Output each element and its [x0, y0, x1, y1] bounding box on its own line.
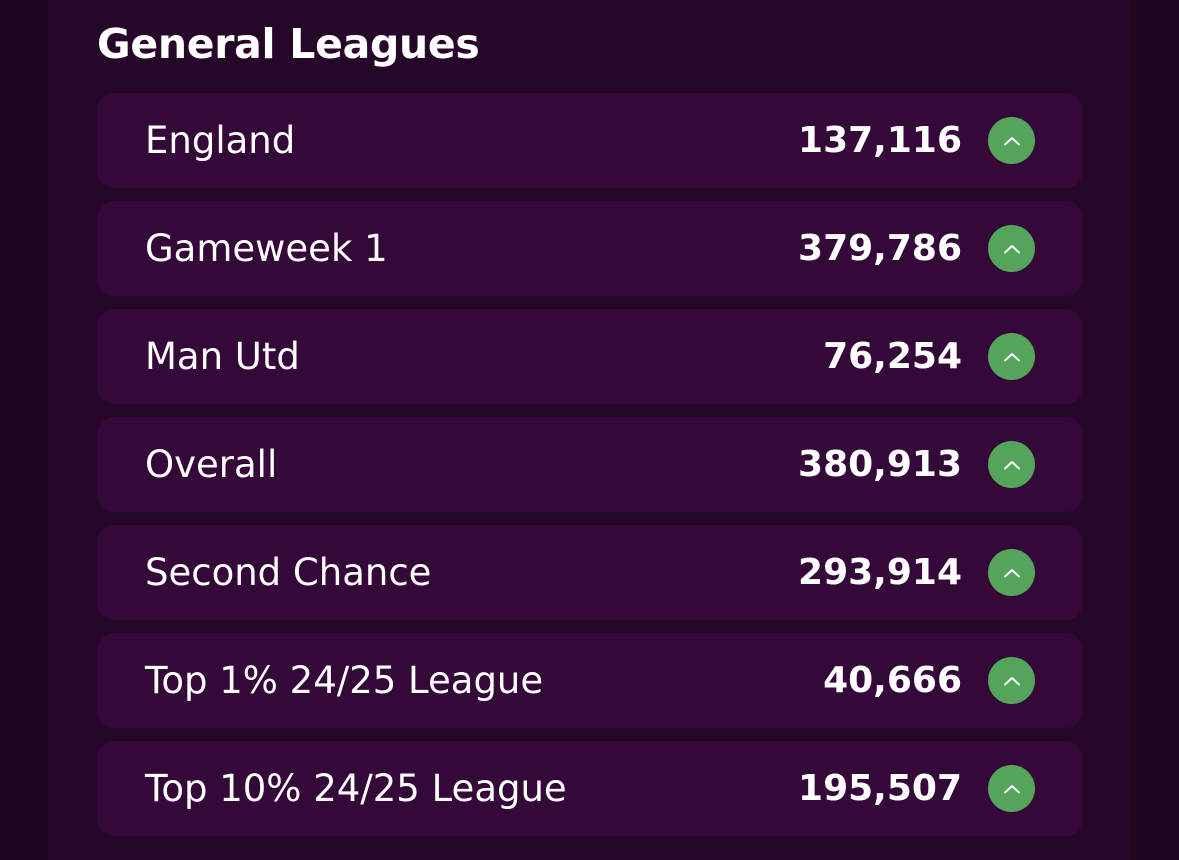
- league-rank: 380,913: [798, 444, 962, 485]
- league-rank: 195,507: [798, 768, 962, 809]
- league-rank: 293,914: [798, 552, 962, 593]
- league-row-second-chance[interactable]: Second Chance 293,914: [97, 525, 1083, 620]
- league-row-man-utd[interactable]: Man Utd 76,254: [97, 309, 1083, 404]
- league-row-overall[interactable]: Overall 380,913: [97, 417, 1083, 512]
- league-rank: 379,786: [798, 228, 962, 269]
- league-name: Top 1% 24/25 League: [145, 659, 544, 702]
- league-name: Man Utd: [145, 335, 300, 378]
- chevron-up-icon: [988, 117, 1035, 164]
- league-name: Top 10% 24/25 League: [145, 767, 567, 810]
- league-name: England: [145, 119, 296, 162]
- section-title: General Leagues: [97, 20, 480, 68]
- chevron-up-icon: [988, 549, 1035, 596]
- chevron-up-icon: [988, 225, 1035, 272]
- chevron-up-icon: [988, 333, 1035, 380]
- league-name: Gameweek 1: [145, 227, 388, 270]
- chevron-up-icon: [988, 765, 1035, 812]
- league-row-top-10-percent[interactable]: Top 10% 24/25 League 195,507: [97, 741, 1083, 836]
- chevron-up-icon: [988, 657, 1035, 704]
- league-rank: 76,254: [823, 336, 962, 377]
- league-row-top-1-percent[interactable]: Top 1% 24/25 League 40,666: [97, 633, 1083, 728]
- chevron-up-icon: [988, 441, 1035, 488]
- league-row-england[interactable]: England 137,116: [97, 93, 1083, 188]
- league-name: Overall: [145, 443, 278, 486]
- league-rank: 40,666: [823, 660, 962, 701]
- league-row-gameweek-1[interactable]: Gameweek 1 379,786: [97, 201, 1083, 296]
- general-leagues-list: England 137,116 Gameweek 1 379,786 Man U…: [97, 93, 1083, 849]
- league-rank: 137,116: [798, 120, 962, 161]
- league-name: Second Chance: [145, 551, 432, 594]
